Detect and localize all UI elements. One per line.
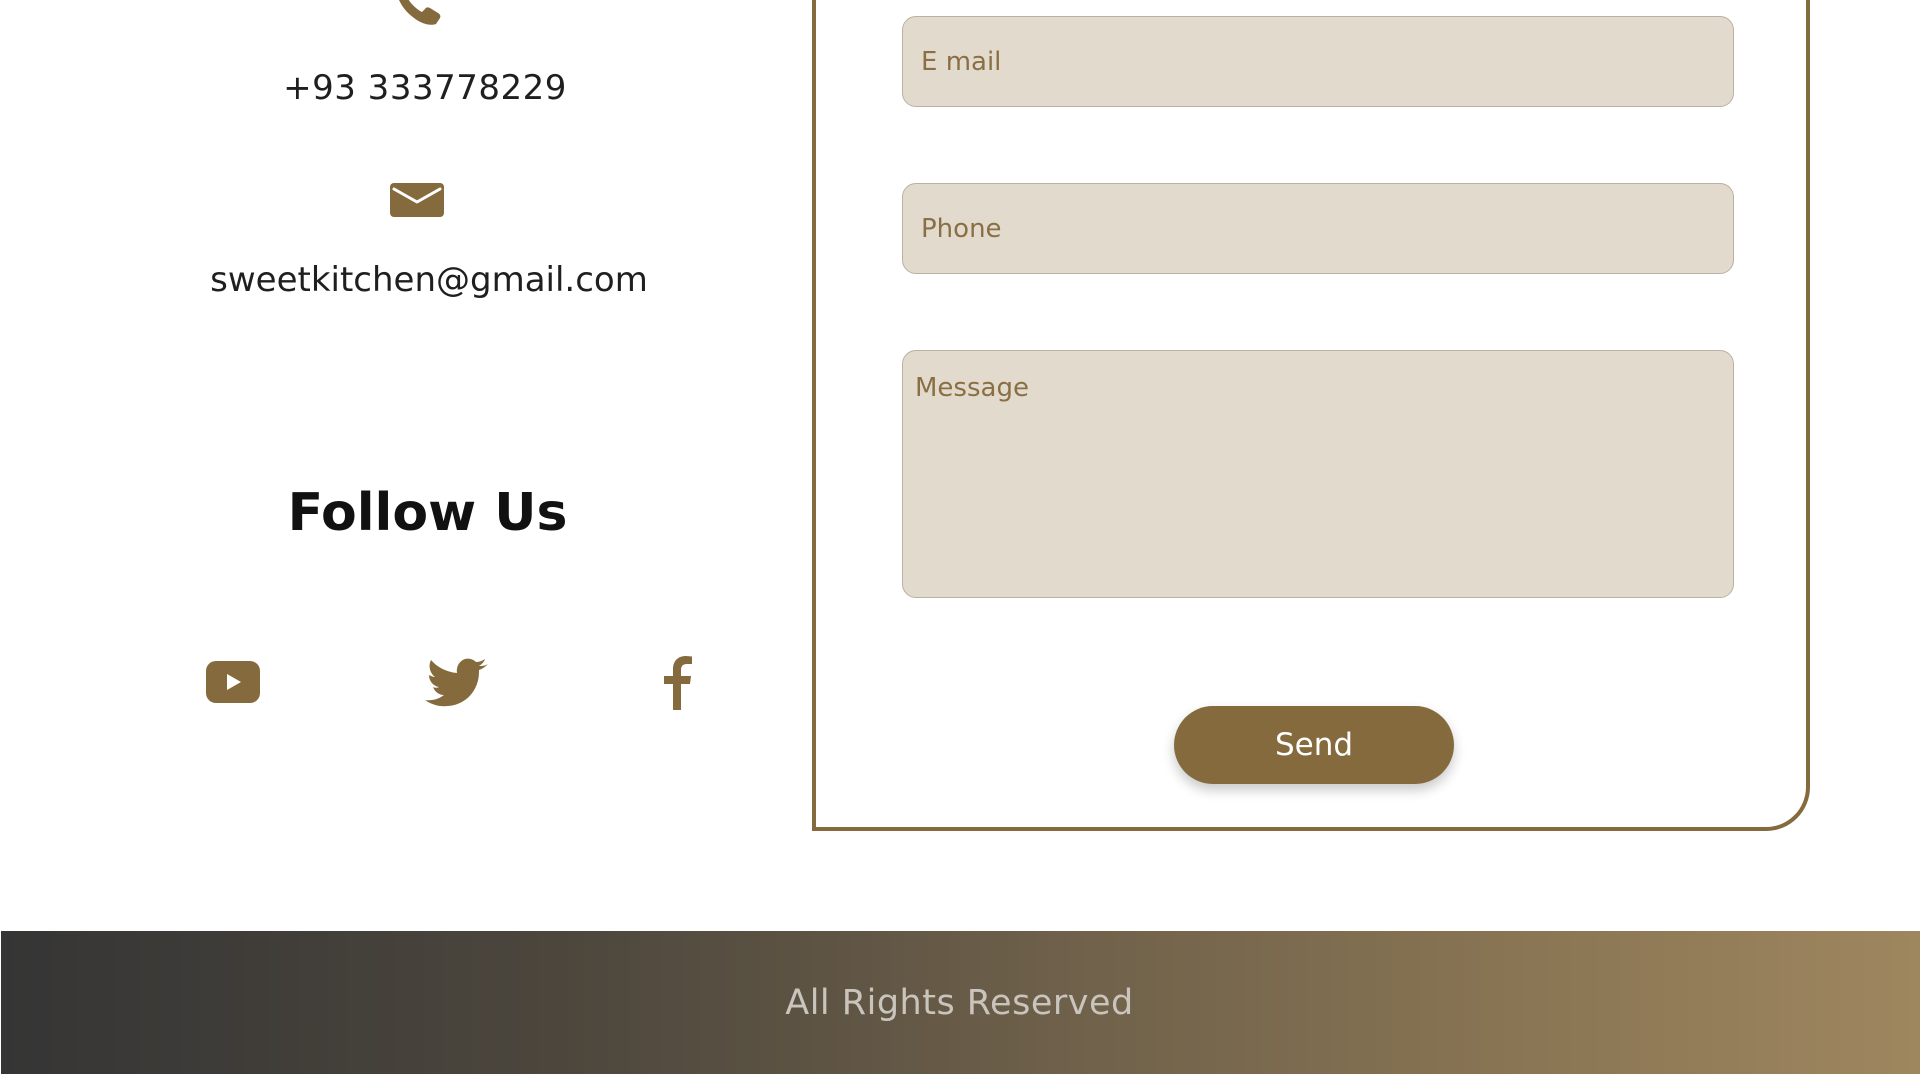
youtube-icon[interactable] (198, 652, 268, 712)
phone-icon (399, 0, 441, 25)
mail-icon (390, 183, 444, 217)
contact-form: Send (812, 0, 1810, 831)
phone-field[interactable] (902, 183, 1734, 274)
message-field[interactable] (902, 350, 1734, 598)
footer: All Rights Reserved (1, 931, 1920, 1074)
twitter-icon[interactable] (422, 652, 492, 712)
footer-copyright: All Rights Reserved (785, 982, 1134, 1023)
phone-number: +93 333778229 (283, 68, 567, 108)
page: +93 333778229 sweetkitchen@gmail.com Fol… (0, 0, 1920, 1074)
follow-us-heading: Follow Us (287, 483, 568, 543)
contact-info: +93 333778229 sweetkitchen@gmail.com Fol… (0, 0, 820, 900)
send-button[interactable]: Send (1174, 706, 1454, 784)
facebook-icon[interactable] (640, 652, 710, 712)
email-address: sweetkitchen@gmail.com (210, 260, 648, 300)
email-field[interactable] (902, 16, 1734, 107)
